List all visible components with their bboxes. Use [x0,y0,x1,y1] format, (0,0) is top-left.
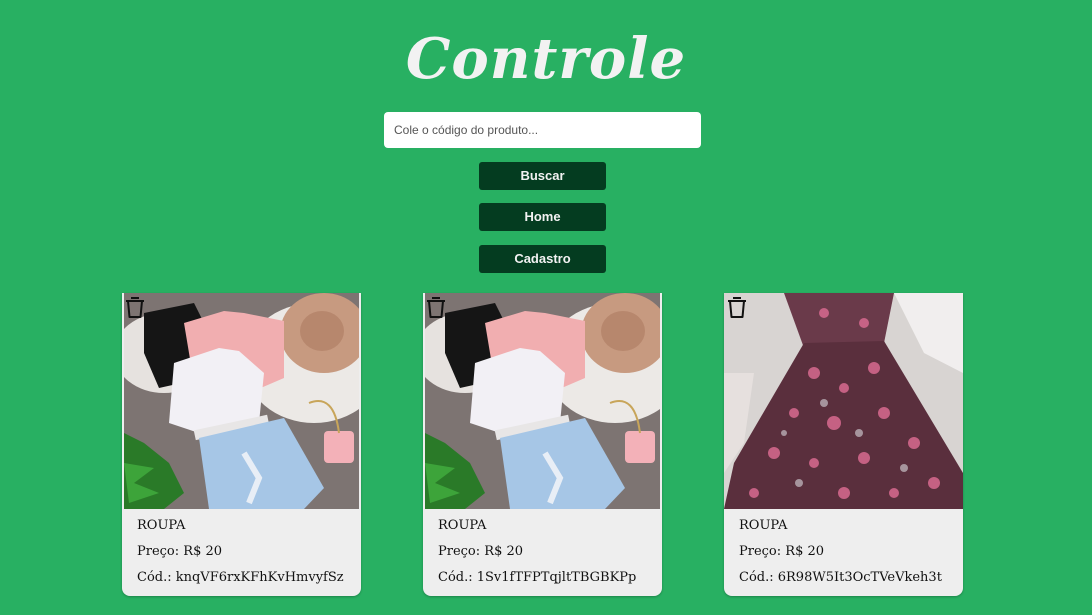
product-info: ROUPA Preço: R$ 20 Cód.: knqVF6rxKFhKvHm… [137,517,344,595]
product-image [724,293,963,509]
product-category: ROUPA [739,518,788,533]
trash-icon[interactable] [726,295,748,319]
search-input[interactable] [384,112,701,148]
product-price: Preço: R$ 20 [739,544,825,559]
product-price: Preço: R$ 20 [137,544,223,559]
product-info: ROUPA Preço: R$ 20 Cód.: 6R98W5It3OcTVeV… [739,517,942,595]
product-image [124,293,359,509]
register-button[interactable]: Cadastro [479,245,606,273]
search-button[interactable]: Buscar [479,162,606,190]
product-card: ROUPA Preço: R$ 20 Cód.: 6R98W5It3OcTVeV… [724,293,963,596]
product-card: ROUPA Preço: R$ 20 Cód.: knqVF6rxKFhKvHm… [122,293,361,596]
trash-icon[interactable] [425,295,447,319]
page: Controle Buscar Home Cadastro ROUPA Preç… [0,0,1092,615]
product-category: ROUPA [438,518,487,533]
product-category: ROUPA [137,518,186,533]
product-code: Cód.: 6R98W5It3OcTVeVkeh3t [739,570,942,585]
product-card: ROUPA Preço: R$ 20 Cód.: 1Sv1fTFPTqjltTB… [423,293,662,596]
page-title: Controle [405,26,687,92]
product-code: Cód.: 1Sv1fTFPTqjltTBGBKPp [438,570,637,585]
product-price: Preço: R$ 20 [438,544,524,559]
home-button[interactable]: Home [479,203,606,231]
product-info: ROUPA Preço: R$ 20 Cód.: 1Sv1fTFPTqjltTB… [438,517,636,595]
product-image [425,293,660,509]
product-code: Cód.: knqVF6rxKFhKvHmvyfSz [137,570,344,585]
trash-icon[interactable] [124,295,146,319]
